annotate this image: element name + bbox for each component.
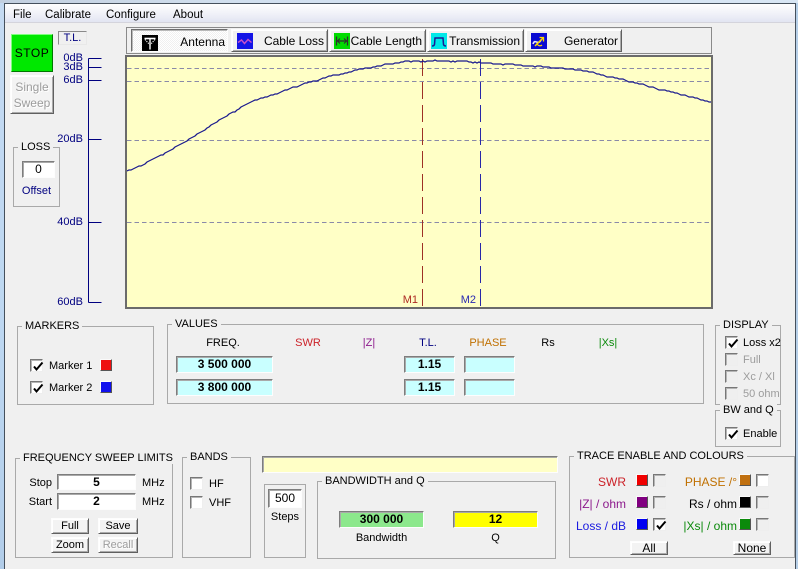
svg-text:M2: M2 [461,294,476,306]
svg-text:M1: M1 [403,294,418,306]
